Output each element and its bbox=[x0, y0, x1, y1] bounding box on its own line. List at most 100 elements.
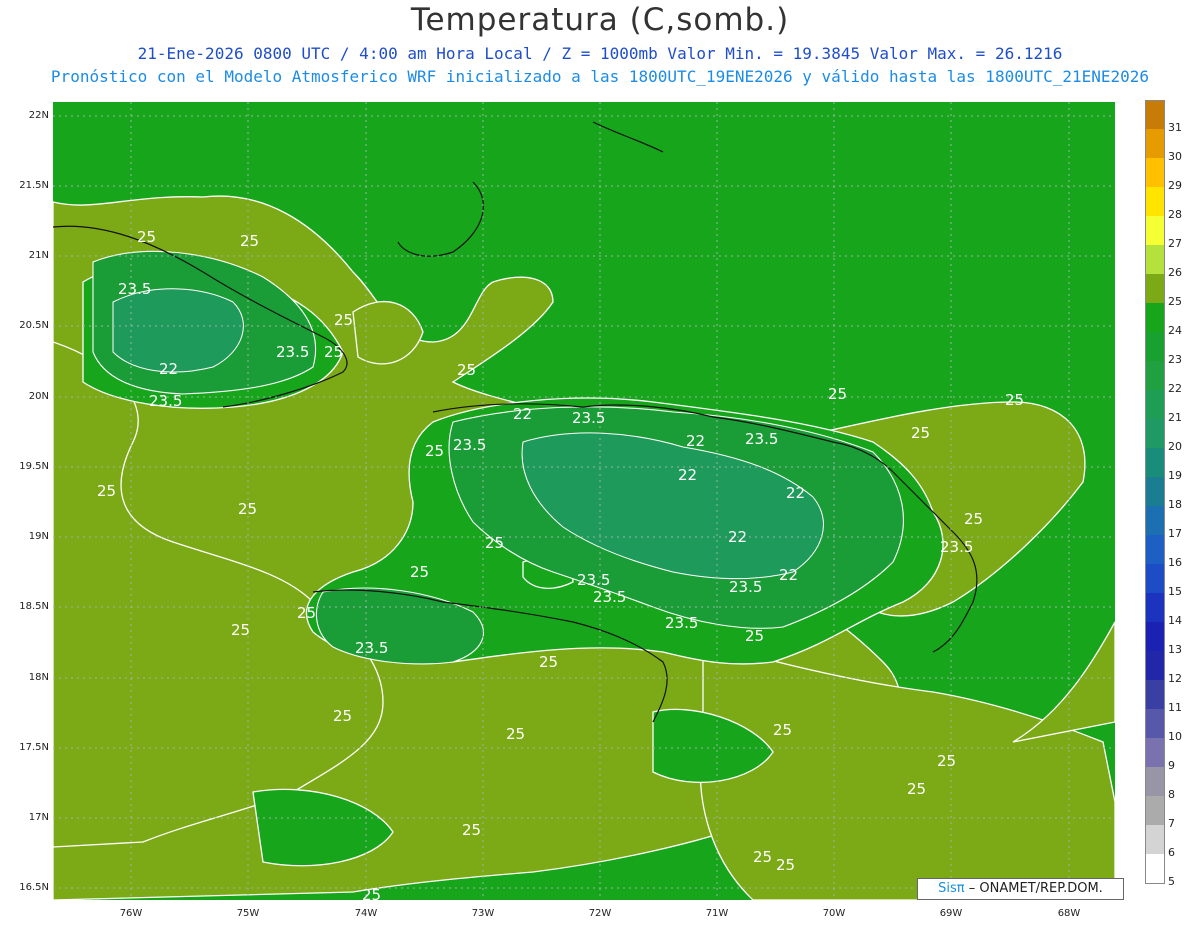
map-subtitle-model: Pronóstico con el Modelo Atmosferico WRF… bbox=[50, 67, 1150, 86]
colorbar-label: 27 bbox=[1168, 237, 1182, 250]
colorbar-swatch bbox=[1145, 361, 1165, 390]
contour-label: 25 bbox=[1005, 391, 1025, 409]
colorbar-swatch bbox=[1145, 709, 1165, 738]
map-shading bbox=[53, 102, 1115, 900]
colorbar-label: 15 bbox=[1168, 585, 1182, 598]
contour-label: 22 bbox=[513, 405, 533, 423]
lat-label: 20.5N bbox=[19, 320, 49, 331]
lat-label: 17N bbox=[28, 812, 49, 823]
colorbar-label: 23 bbox=[1168, 353, 1182, 366]
contour-label: 25 bbox=[828, 385, 848, 403]
contour-label: 25 bbox=[911, 424, 931, 442]
lat-label: 20N bbox=[28, 391, 49, 402]
contour-label: 22 bbox=[786, 484, 806, 502]
contour-label: 25 bbox=[773, 721, 793, 739]
colorbar-swatch bbox=[1145, 825, 1165, 854]
contour-label: 25 bbox=[297, 604, 317, 622]
colorbar-label: 18 bbox=[1168, 498, 1182, 511]
colorbar-label: 21 bbox=[1168, 411, 1182, 424]
colorbar-label: 20 bbox=[1168, 440, 1182, 453]
contour-label: 25 bbox=[137, 228, 157, 246]
contour-label: 25 bbox=[410, 563, 430, 581]
contour-label: 23.5 bbox=[593, 588, 627, 606]
lon-label: 73W bbox=[471, 908, 495, 919]
lon-label: 70W bbox=[822, 908, 846, 919]
contour-label: 22 bbox=[779, 566, 799, 584]
lon-label: 72W bbox=[588, 908, 612, 919]
colorbar-label: 28 bbox=[1168, 208, 1182, 221]
contour-label: 25 bbox=[753, 848, 773, 866]
contour-label: 22 bbox=[686, 432, 706, 450]
lat-label: 18.5N bbox=[19, 601, 49, 612]
colorbar-label: 25 bbox=[1168, 295, 1182, 308]
lon-label: 76W bbox=[119, 908, 143, 919]
colorbar-swatch bbox=[1145, 796, 1165, 825]
colorbar-swatch bbox=[1145, 593, 1165, 622]
colorbar-label: 6 bbox=[1168, 846, 1175, 859]
contour-label: 25 bbox=[937, 752, 957, 770]
contour-label: 25 bbox=[238, 500, 258, 518]
colorbar-swatch bbox=[1145, 129, 1165, 158]
lon-label: 71W bbox=[705, 908, 729, 919]
contour-label: 25 bbox=[506, 725, 526, 743]
lon-label: 74W bbox=[354, 908, 378, 919]
contour-label: 25 bbox=[97, 482, 117, 500]
contour-label: 25 bbox=[539, 653, 559, 671]
colorbar-label: 5 bbox=[1168, 875, 1175, 888]
lat-label: 19N bbox=[28, 531, 49, 542]
contour-label: 22 bbox=[728, 528, 748, 546]
contour-label: 23.5 bbox=[118, 280, 152, 298]
colorbar-label: 8 bbox=[1168, 788, 1175, 801]
colorbar-swatch bbox=[1145, 738, 1165, 767]
colorbar-label: 22 bbox=[1168, 382, 1182, 395]
colorbar-swatch bbox=[1145, 477, 1165, 506]
lon-label: 68W bbox=[1057, 908, 1081, 919]
contour-label: 23.5 bbox=[149, 392, 183, 410]
colorbar-label: 10 bbox=[1168, 730, 1182, 743]
colorbar-label: 13 bbox=[1168, 643, 1182, 656]
colorbar-label: 11 bbox=[1168, 701, 1182, 714]
temperature-map: 25 25 23.5 25 25 23.5 22 23.5 25 25 25 2… bbox=[53, 102, 1115, 900]
colorbar-swatch bbox=[1145, 187, 1165, 216]
credit-box: Sisπ – ONAMET/REP.DOM. bbox=[917, 878, 1124, 900]
colorbar-label: 31 bbox=[1168, 121, 1182, 134]
contour-label: 23.5 bbox=[729, 578, 763, 596]
contour-label: 25 bbox=[240, 232, 260, 250]
colorbar-swatch bbox=[1145, 303, 1165, 332]
colorbar-swatch bbox=[1145, 448, 1165, 477]
contour-label: 25 bbox=[485, 534, 505, 552]
colorbar-label: 16 bbox=[1168, 556, 1182, 569]
contour-label: 25 bbox=[964, 510, 984, 528]
colorbar-label: 7 bbox=[1168, 817, 1175, 830]
contour-label: 23.5 bbox=[355, 639, 389, 657]
colorbar-swatch bbox=[1145, 100, 1165, 130]
colorbar-swatch bbox=[1145, 245, 1165, 274]
colorbar-swatch bbox=[1145, 854, 1165, 884]
colorbar-label: 9 bbox=[1168, 759, 1175, 772]
colorbar-swatch bbox=[1145, 390, 1165, 419]
lon-label: 75W bbox=[236, 908, 260, 919]
sispi-logo: Sisπ bbox=[938, 881, 965, 896]
contour-label: 25 bbox=[362, 886, 382, 900]
colorbar-label: 24 bbox=[1168, 324, 1182, 337]
colorbar-swatch bbox=[1145, 564, 1165, 593]
colorbar-label: 14 bbox=[1168, 614, 1182, 627]
contour-label: 25 bbox=[457, 361, 477, 379]
colorbar-label: 12 bbox=[1168, 672, 1182, 685]
colorbar-label: 17 bbox=[1168, 527, 1182, 540]
colorbar-swatch bbox=[1145, 767, 1165, 796]
lat-label: 21.5N bbox=[19, 180, 49, 191]
contour-label: 25 bbox=[334, 311, 354, 329]
colorbar-swatch bbox=[1145, 622, 1165, 651]
colorbar-swatch bbox=[1145, 274, 1165, 303]
lat-label: 18N bbox=[28, 672, 49, 683]
contour-label: 25 bbox=[462, 821, 482, 839]
colorbar-swatch bbox=[1145, 680, 1165, 709]
contour-label: 23.5 bbox=[453, 436, 487, 454]
colorbar-label: 30 bbox=[1168, 150, 1182, 163]
lat-label: 16.5N bbox=[19, 882, 49, 893]
contour-label: 25 bbox=[425, 442, 445, 460]
contour-label: 23.5 bbox=[665, 614, 699, 632]
contour-label: 25 bbox=[231, 621, 251, 639]
contour-label: 23.5 bbox=[940, 538, 974, 556]
